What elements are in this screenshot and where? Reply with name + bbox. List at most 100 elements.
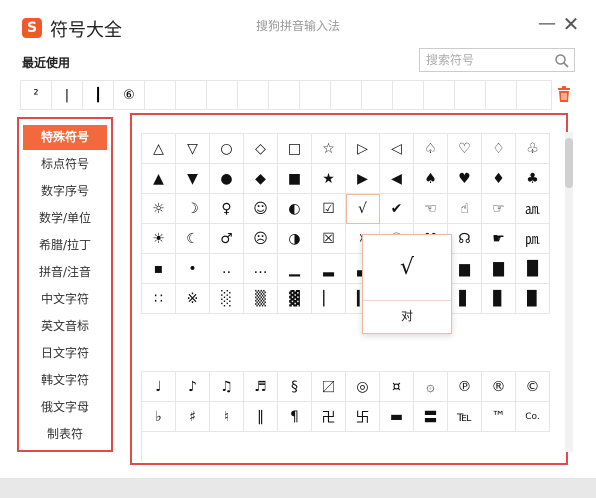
symbol-cell[interactable]: ♪ [176, 372, 210, 402]
symbol-cell[interactable]: ▪ [142, 254, 176, 284]
category-item[interactable]: 希腊/拉丁 [23, 233, 107, 258]
category-item[interactable]: 数字序号 [23, 179, 107, 204]
symbol-cell[interactable]: ☑ [312, 194, 346, 224]
symbol-cell[interactable]: ◀ [380, 164, 414, 194]
symbol-cell[interactable]: ▁ [278, 254, 312, 284]
symbol-cell[interactable]: ☾ [176, 224, 210, 254]
recent-symbol[interactable]: ┃ [83, 81, 114, 109]
symbol-cell[interactable]: □ [278, 134, 312, 164]
symbol-cell[interactable]: ☞ [482, 194, 516, 224]
symbol-cell[interactable]: ♥ [448, 164, 482, 194]
symbol-cell[interactable]: Co. [516, 402, 550, 432]
symbol-cell[interactable]: ◁ [380, 134, 414, 164]
symbol-cell[interactable]: ○ [210, 134, 244, 164]
symbol-cell[interactable]: ▂ [312, 254, 346, 284]
symbol-cell[interactable]: ㏂ [516, 194, 550, 224]
category-item[interactable]: 俄文字母 [23, 395, 107, 420]
symbol-cell[interactable]: ◎ [346, 372, 380, 402]
symbol-cell[interactable]: ▇ [482, 254, 516, 284]
symbol-cell[interactable]: █ [516, 254, 550, 284]
symbol-cell[interactable]: ☊ [448, 224, 482, 254]
symbol-cell[interactable]: ♦ [482, 164, 516, 194]
symbol-cell[interactable]: ℗ [448, 372, 482, 402]
symbol-cell[interactable]: ▷ [346, 134, 380, 164]
search-box[interactable] [419, 48, 575, 72]
symbol-cell[interactable]: ¤ [380, 372, 414, 402]
category-item[interactable]: 日文字符 [23, 341, 107, 366]
symbol-cell[interactable]: ☼ [142, 194, 176, 224]
symbol-cell[interactable]: ♧ [516, 134, 550, 164]
symbol-cell[interactable]: ▒ [244, 284, 278, 314]
symbol-cell[interactable]: ░ [210, 284, 244, 314]
symbol-cell[interactable]: ♭ [142, 402, 176, 432]
symbol-cell[interactable]: ♯ [176, 402, 210, 432]
symbol-cell[interactable]: ▶ [346, 164, 380, 194]
trash-icon[interactable] [557, 86, 571, 102]
symbol-cell[interactable]: ☆ [312, 134, 346, 164]
symbol-cell[interactable]: ☒ [312, 224, 346, 254]
symbol-cell[interactable]: ▼ [176, 164, 210, 194]
symbol-cell[interactable]: ▏ [312, 284, 346, 314]
symbol-cell[interactable]: ▊ [482, 284, 516, 314]
symbol-cell[interactable]: ㏘ [516, 224, 550, 254]
symbol-cell[interactable]: © [516, 372, 550, 402]
symbol-cell[interactable]: … [244, 254, 278, 284]
symbol-cell[interactable]: ◐ [278, 194, 312, 224]
symbol-cell[interactable]: ▓ [278, 284, 312, 314]
symbol-cell[interactable]: ✔ [380, 194, 414, 224]
symbol-cell[interactable]: ♂ [210, 224, 244, 254]
search-icon[interactable] [554, 53, 570, 69]
symbol-cell[interactable]: ▋ [448, 284, 482, 314]
symbol-cell[interactable]: ☀ [142, 224, 176, 254]
symbol-cell[interactable]: ♡ [448, 134, 482, 164]
category-item[interactable]: 中文字符 [23, 287, 107, 312]
symbol-cell[interactable]: ♮ [210, 402, 244, 432]
category-item[interactable]: 标点符号 [23, 152, 107, 177]
category-item[interactable]: 拼音/注音 [23, 260, 107, 285]
recent-symbol[interactable]: ⑥ [114, 81, 145, 109]
category-item[interactable]: 数学/单位 [23, 206, 107, 231]
symbol-cell[interactable]: ♫ [210, 372, 244, 402]
symbol-cell[interactable]: √ [346, 194, 380, 224]
symbol-cell[interactable]: ☜ [414, 194, 448, 224]
symbol-cell[interactable]: ◑ [278, 224, 312, 254]
symbol-cell[interactable]: ♢ [482, 134, 516, 164]
symbol-cell[interactable]: ▬ [380, 402, 414, 432]
symbol-cell[interactable]: ☛ [482, 224, 516, 254]
symbol-cell[interactable]: △ [142, 134, 176, 164]
symbol-cell[interactable]: ▽ [176, 134, 210, 164]
symbol-cell[interactable]: 〼 [312, 372, 346, 402]
symbol-cell[interactable]: ◇ [244, 134, 278, 164]
category-item[interactable]: 英文音标 [23, 314, 107, 339]
category-item[interactable]: 制表符 [23, 422, 107, 447]
scroll-thumb[interactable] [565, 138, 573, 188]
symbol-cell[interactable]: ® [482, 372, 516, 402]
symbol-cell[interactable]: ▉ [516, 284, 550, 314]
symbol-scrollbar[interactable] [565, 132, 573, 452]
symbol-cell[interactable]: ♣ [516, 164, 550, 194]
symbol-cell[interactable]: ℡ [448, 402, 482, 432]
symbol-cell[interactable]: 〓 [414, 402, 448, 432]
symbol-cell[interactable]: ‖ [244, 402, 278, 432]
symbol-cell[interactable]: ♬ [244, 372, 278, 402]
symbol-cell[interactable]: ♠ [414, 164, 448, 194]
symbol-cell[interactable]: ♤ [414, 134, 448, 164]
symbol-cell[interactable]: ™ [482, 402, 516, 432]
symbol-cell[interactable]: ∷ [142, 284, 176, 314]
minimize-button[interactable]: — [536, 12, 558, 36]
symbol-cell[interactable]: ◆ [244, 164, 278, 194]
search-input[interactable] [420, 49, 550, 71]
symbol-cell[interactable]: • [176, 254, 210, 284]
symbol-cell[interactable]: 卐 [346, 402, 380, 432]
symbol-cell[interactable]: ● [210, 164, 244, 194]
symbol-cell[interactable]: § [278, 372, 312, 402]
symbol-cell[interactable]: ♩ [142, 372, 176, 402]
category-item[interactable]: 特殊符号 [23, 125, 107, 150]
close-button[interactable]: ✕ [560, 12, 582, 36]
symbol-cell[interactable]: ☹ [244, 224, 278, 254]
symbol-cell[interactable]: ■ [278, 164, 312, 194]
symbol-cell[interactable]: ☽ [176, 194, 210, 224]
symbol-cell[interactable]: ☺ [244, 194, 278, 224]
symbol-cell[interactable]: ※ [176, 284, 210, 314]
recent-symbol[interactable]: ² [21, 81, 52, 109]
